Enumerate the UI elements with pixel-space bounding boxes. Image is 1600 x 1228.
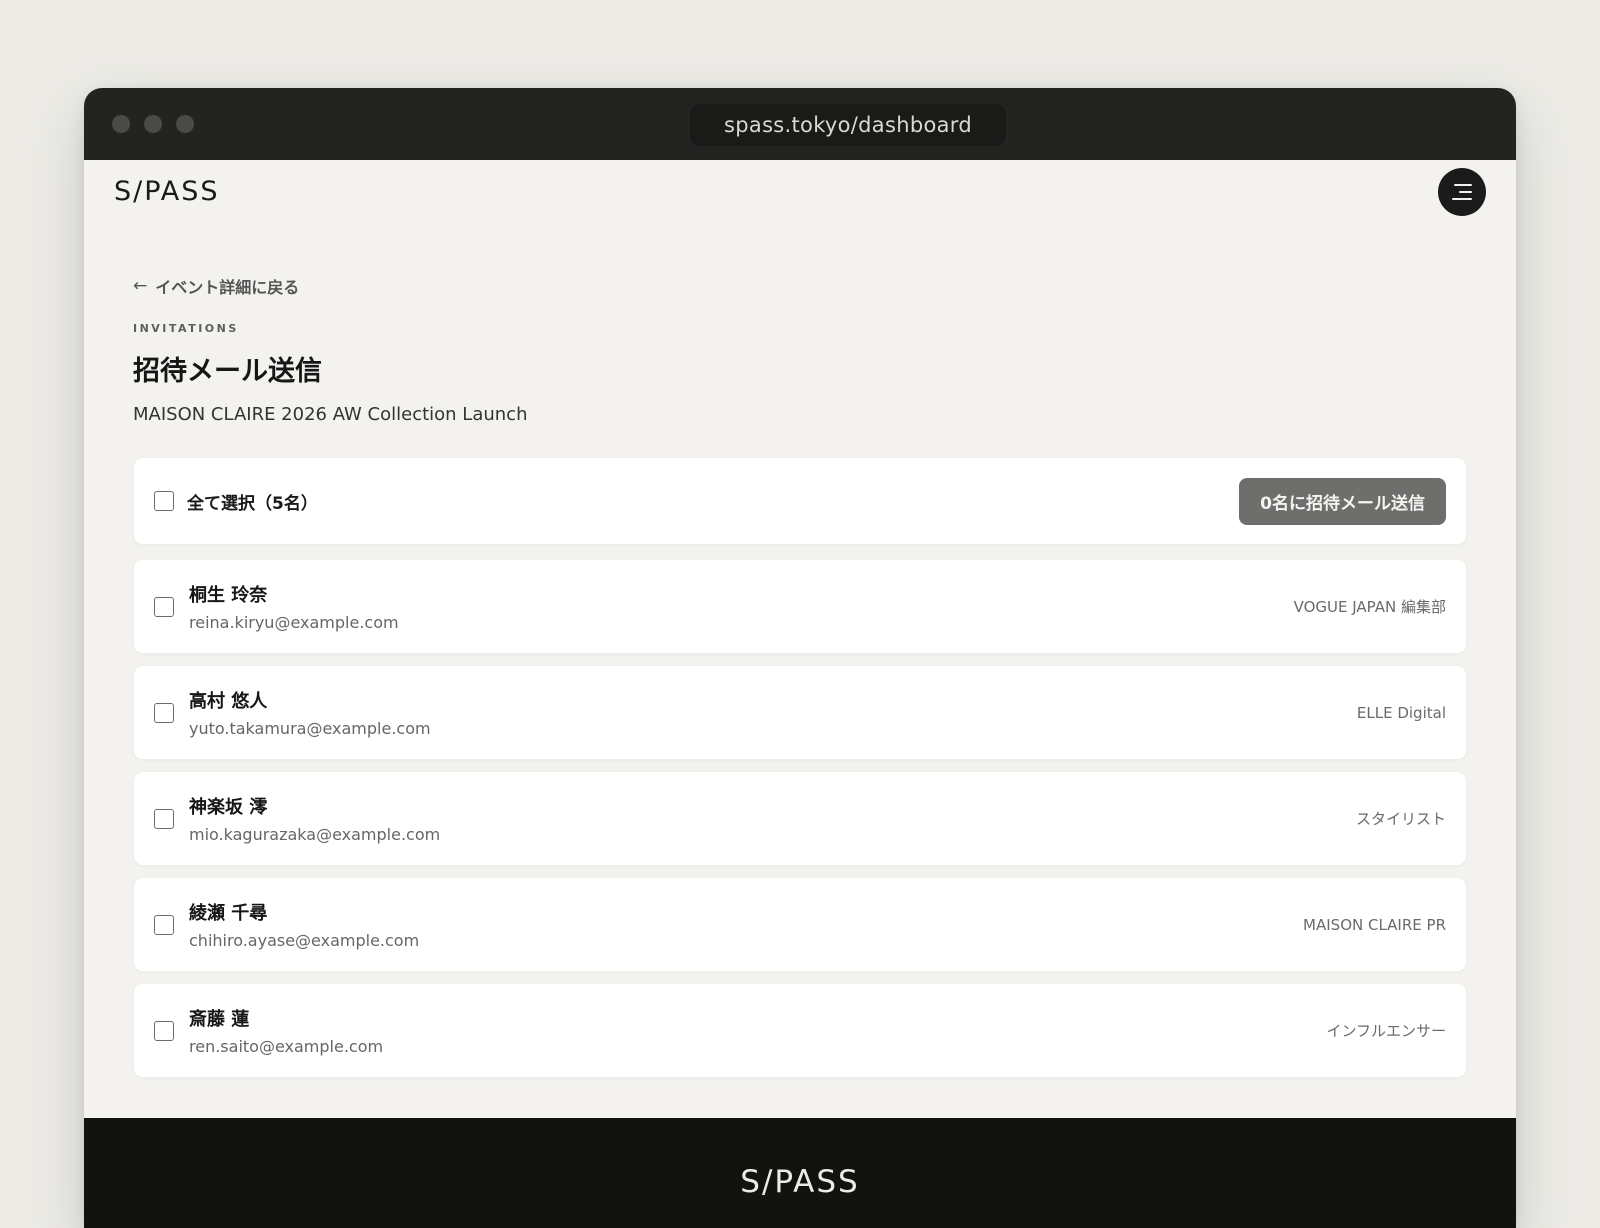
recipient-list: 桐生 玲奈 reina.kiryu@example.com VOGUE JAPA…	[133, 559, 1467, 1078]
send-invitations-button[interactable]: 0名に招待メール送信	[1239, 477, 1446, 525]
hamburger-menu-icon	[1452, 184, 1472, 200]
recipient-name: 神楽坂 澪	[189, 797, 268, 818]
recipient-info: 斎藤 蓮 ren.saito@example.com	[189, 1005, 383, 1056]
recipient-info: 高村 悠人 yuto.takamura@example.com	[189, 687, 431, 738]
site-logo[interactable]: S/PASS	[114, 176, 220, 207]
back-link-label: イベント詳細に戻る	[155, 278, 300, 297]
recipient-name: 高村 悠人	[189, 691, 268, 712]
recipient-organization: VOGUE JAPAN 編集部	[1293, 598, 1446, 616]
site-header: S/PASS	[84, 160, 1516, 244]
recipient-email: mio.kagurazaka@example.com	[189, 825, 441, 844]
main-content: ← イベント詳細に戻る INVITATIONS 招待メール送信 MAISON C…	[84, 272, 1516, 1078]
recipient-email: yuto.takamura@example.com	[189, 719, 431, 738]
recipient-row[interactable]: 桐生 玲奈 reina.kiryu@example.com VOGUE JAPA…	[133, 559, 1467, 654]
minimize-window-dot[interactable]	[144, 115, 162, 133]
recipient-checkbox[interactable]	[154, 1020, 174, 1041]
close-window-dot[interactable]	[112, 115, 130, 133]
browser-window: spass.tokyo/dashboard S/PASS ← イベント詳細に戻る…	[84, 88, 1516, 1228]
recipient-organization: スタイリスト	[1355, 810, 1446, 828]
recipient-name: 綾瀬 千尋	[189, 903, 268, 924]
browser-chrome: spass.tokyo/dashboard	[84, 88, 1516, 160]
footer-logo[interactable]: S/PASS	[84, 1164, 1516, 1200]
recipient-info: 桐生 玲奈 reina.kiryu@example.com	[189, 581, 399, 632]
recipient-row[interactable]: 綾瀬 千尋 chihiro.ayase@example.com MAISON C…	[133, 877, 1467, 972]
recipient-checkbox[interactable]	[154, 596, 174, 617]
recipient-organization: MAISON CLAIRE PR	[1303, 915, 1446, 934]
section-eyebrow: INVITATIONS	[133, 322, 239, 335]
recipient-email: reina.kiryu@example.com	[189, 613, 399, 632]
select-all-checkbox[interactable]	[154, 491, 174, 511]
recipient-row[interactable]: 斎藤 蓮 ren.saito@example.com インフルエンサー	[133, 983, 1467, 1078]
recipient-info: 神楽坂 澪 mio.kagurazaka@example.com	[189, 793, 440, 844]
recipient-row[interactable]: 高村 悠人 yuto.takamura@example.com ELLE Dig…	[133, 665, 1467, 760]
recipient-name: 斎藤 蓮	[189, 1009, 250, 1030]
recipient-email: chihiro.ayase@example.com	[189, 931, 420, 950]
maximize-window-dot[interactable]	[176, 115, 194, 133]
menu-button[interactable]	[1438, 168, 1486, 216]
back-to-event-link[interactable]: ← イベント詳細に戻る	[133, 272, 1467, 300]
page-title: 招待メール送信	[133, 356, 322, 387]
recipient-row[interactable]: 神楽坂 澪 mio.kagurazaka@example.com スタイリスト	[133, 771, 1467, 866]
event-name: MAISON CLAIRE 2026 AW Collection Launch	[133, 404, 528, 425]
recipient-email: ren.saito@example.com	[189, 1037, 384, 1056]
recipient-name: 桐生 玲奈	[189, 585, 268, 606]
selection-bar: 全て選択（5名） 0名に招待メール送信	[133, 457, 1467, 545]
recipient-checkbox[interactable]	[154, 808, 174, 829]
address-bar[interactable]: spass.tokyo/dashboard	[690, 104, 1006, 146]
recipient-checkbox[interactable]	[154, 914, 174, 935]
window-controls	[112, 115, 194, 133]
arrow-left-icon: ←	[133, 276, 148, 296]
recipient-checkbox[interactable]	[154, 702, 174, 723]
recipient-info: 綾瀬 千尋 chihiro.ayase@example.com	[189, 899, 419, 950]
select-all-label[interactable]: 全て選択（5名）	[187, 489, 318, 514]
recipient-organization: インフルエンサー	[1326, 1022, 1446, 1040]
recipient-organization: ELLE Digital	[1356, 703, 1446, 722]
site-footer: S/PASS	[84, 1118, 1516, 1228]
